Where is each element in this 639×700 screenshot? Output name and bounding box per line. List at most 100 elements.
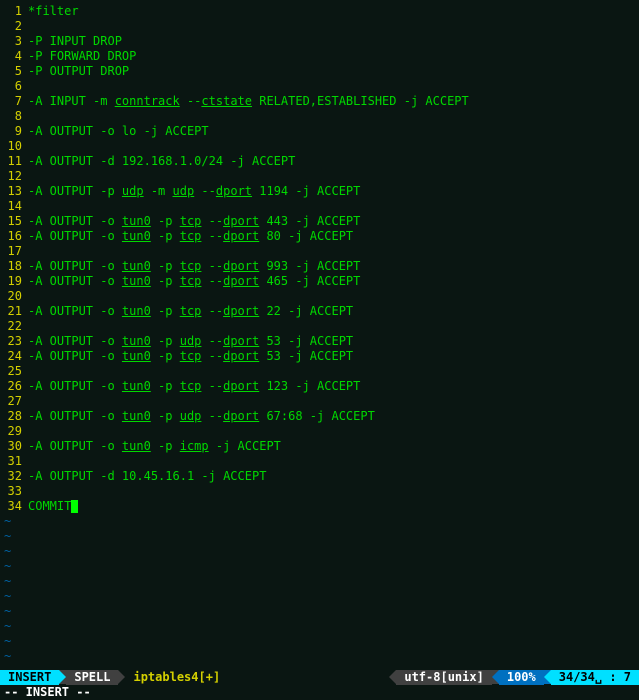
code-line[interactable]: 13-A OUTPUT -p udp -m udp --dport 1194 -… xyxy=(0,184,639,199)
empty-line-tilde: ~ xyxy=(0,529,639,544)
line-content[interactable]: -A OUTPUT -o tun0 -p tcp --dport 123 -j … xyxy=(28,379,639,394)
line-number: 13 xyxy=(0,184,28,199)
line-content[interactable] xyxy=(28,289,639,304)
code-line[interactable]: 28-A OUTPUT -o tun0 -p udp --dport 67:68… xyxy=(0,409,639,424)
line-number: 27 xyxy=(0,394,28,409)
line-content[interactable] xyxy=(28,364,639,379)
line-content[interactable] xyxy=(28,109,639,124)
code-line[interactable]: 17 xyxy=(0,244,639,259)
line-content[interactable]: -A OUTPUT -o tun0 -p icmp -j ACCEPT xyxy=(28,439,639,454)
line-content[interactable] xyxy=(28,19,639,34)
code-line[interactable]: 4-P FORWARD DROP xyxy=(0,49,639,64)
code-line[interactable]: 34COMMIT xyxy=(0,499,639,514)
code-line[interactable]: 12 xyxy=(0,169,639,184)
empty-line-tilde: ~ xyxy=(0,514,639,529)
status-mode: INSERT xyxy=(0,670,59,685)
line-content[interactable]: -A OUTPUT -o tun0 -p udp --dport 67:68 -… xyxy=(28,409,639,424)
line-content[interactable]: -A OUTPUT -d 10.45.16.1 -j ACCEPT xyxy=(28,469,639,484)
line-content[interactable]: COMMIT xyxy=(28,499,639,514)
status-spacer xyxy=(235,670,389,685)
code-line[interactable]: 8 xyxy=(0,109,639,124)
line-content[interactable] xyxy=(28,454,639,469)
code-line[interactable]: 25 xyxy=(0,364,639,379)
line-number: 22 xyxy=(0,319,28,334)
line-number: 21 xyxy=(0,304,28,319)
line-content[interactable]: -A OUTPUT -o tun0 -p tcp --dport 53 -j A… xyxy=(28,349,639,364)
line-number: 23 xyxy=(0,334,28,349)
code-line[interactable]: 31 xyxy=(0,454,639,469)
line-content[interactable]: -P OUTPUT DROP xyxy=(28,64,639,79)
code-line[interactable]: 29 xyxy=(0,424,639,439)
status-filename: iptables4[+] xyxy=(125,670,228,685)
line-number: 20 xyxy=(0,289,28,304)
code-line[interactable]: 18-A OUTPUT -o tun0 -p tcp --dport 993 -… xyxy=(0,259,639,274)
line-content[interactable]: -A OUTPUT -o tun0 -p tcp --dport 993 -j … xyxy=(28,259,639,274)
line-number: 26 xyxy=(0,379,28,394)
code-line[interactable]: 23-A OUTPUT -o tun0 -p udp --dport 53 -j… xyxy=(0,334,639,349)
line-content[interactable]: -P FORWARD DROP xyxy=(28,49,639,64)
line-number: 32 xyxy=(0,469,28,484)
code-line[interactable]: 14 xyxy=(0,199,639,214)
code-line[interactable]: 15-A OUTPUT -o tun0 -p tcp --dport 443 -… xyxy=(0,214,639,229)
code-line[interactable]: 30-A OUTPUT -o tun0 -p icmp -j ACCEPT xyxy=(0,439,639,454)
line-content[interactable] xyxy=(28,199,639,214)
line-content[interactable] xyxy=(28,244,639,259)
code-line[interactable]: 16-A OUTPUT -o tun0 -p tcp --dport 80 -j… xyxy=(0,229,639,244)
empty-line-tilde: ~ xyxy=(0,589,639,604)
separator-icon xyxy=(118,670,125,684)
line-content[interactable]: -A OUTPUT -o tun0 -p tcp --dport 443 -j … xyxy=(28,214,639,229)
line-content[interactable]: -A OUTPUT -d 192.168.1.0/24 -j ACCEPT xyxy=(28,154,639,169)
code-line[interactable]: 19-A OUTPUT -o tun0 -p tcp --dport 465 -… xyxy=(0,274,639,289)
line-number: 8 xyxy=(0,109,28,124)
command-line: -- INSERT -- xyxy=(0,685,639,700)
line-content[interactable]: -A OUTPUT -o tun0 -p udp --dport 53 -j A… xyxy=(28,334,639,349)
code-line[interactable]: 10 xyxy=(0,139,639,154)
line-content[interactable]: -A OUTPUT -o lo -j ACCEPT xyxy=(28,124,639,139)
code-line[interactable]: 1*filter xyxy=(0,4,639,19)
code-line[interactable]: 7-A INPUT -m conntrack --ctstate RELATED… xyxy=(0,94,639,109)
line-content[interactable]: -A OUTPUT -o tun0 -p tcp --dport 80 -j A… xyxy=(28,229,639,244)
code-line[interactable]: 24-A OUTPUT -o tun0 -p tcp --dport 53 -j… xyxy=(0,349,639,364)
code-line[interactable]: 2 xyxy=(0,19,639,34)
code-line[interactable]: 3-P INPUT DROP xyxy=(0,34,639,49)
line-content[interactable] xyxy=(28,139,639,154)
code-line[interactable]: 21-A OUTPUT -o tun0 -p tcp --dport 22 -j… xyxy=(0,304,639,319)
code-line[interactable]: 5-P OUTPUT DROP xyxy=(0,64,639,79)
editor-area[interactable]: 1*filter23-P INPUT DROP4-P FORWARD DROP5… xyxy=(0,0,639,670)
empty-line-tilde: ~ xyxy=(0,559,639,574)
line-number: 31 xyxy=(0,454,28,469)
status-percent: 100% xyxy=(499,670,544,685)
line-content[interactable] xyxy=(28,319,639,334)
code-line[interactable]: 27 xyxy=(0,394,639,409)
line-content[interactable] xyxy=(28,484,639,499)
line-number: 17 xyxy=(0,244,28,259)
line-number: 2 xyxy=(0,19,28,34)
line-content[interactable] xyxy=(28,424,639,439)
line-content[interactable] xyxy=(28,79,639,94)
line-content[interactable]: -A OUTPUT -o tun0 -p tcp --dport 22 -j A… xyxy=(28,304,639,319)
code-line[interactable]: 32-A OUTPUT -d 10.45.16.1 -j ACCEPT xyxy=(0,469,639,484)
code-line[interactable]: 6 xyxy=(0,79,639,94)
separator-icon xyxy=(492,670,499,684)
line-content[interactable]: -A OUTPUT -o tun0 -p tcp --dport 465 -j … xyxy=(28,274,639,289)
line-number: 7 xyxy=(0,94,28,109)
line-number: 9 xyxy=(0,124,28,139)
line-content[interactable]: -A OUTPUT -p udp -m udp --dport 1194 -j … xyxy=(28,184,639,199)
line-number: 10 xyxy=(0,139,28,154)
line-content[interactable]: -A INPUT -m conntrack --ctstate RELATED,… xyxy=(28,94,639,109)
code-line[interactable]: 33 xyxy=(0,484,639,499)
line-number: 30 xyxy=(0,439,28,454)
line-content[interactable]: *filter xyxy=(28,4,639,19)
line-content[interactable] xyxy=(28,394,639,409)
code-line[interactable]: 26-A OUTPUT -o tun0 -p tcp --dport 123 -… xyxy=(0,379,639,394)
line-number: 28 xyxy=(0,409,28,424)
separator-icon xyxy=(544,670,551,684)
code-line[interactable]: 11-A OUTPUT -d 192.168.1.0/24 -j ACCEPT xyxy=(0,154,639,169)
line-content[interactable]: -P INPUT DROP xyxy=(28,34,639,49)
line-number: 14 xyxy=(0,199,28,214)
empty-line-tilde: ~ xyxy=(0,544,639,559)
line-content[interactable] xyxy=(28,169,639,184)
code-line[interactable]: 22 xyxy=(0,319,639,334)
code-line[interactable]: 20 xyxy=(0,289,639,304)
code-line[interactable]: 9-A OUTPUT -o lo -j ACCEPT xyxy=(0,124,639,139)
